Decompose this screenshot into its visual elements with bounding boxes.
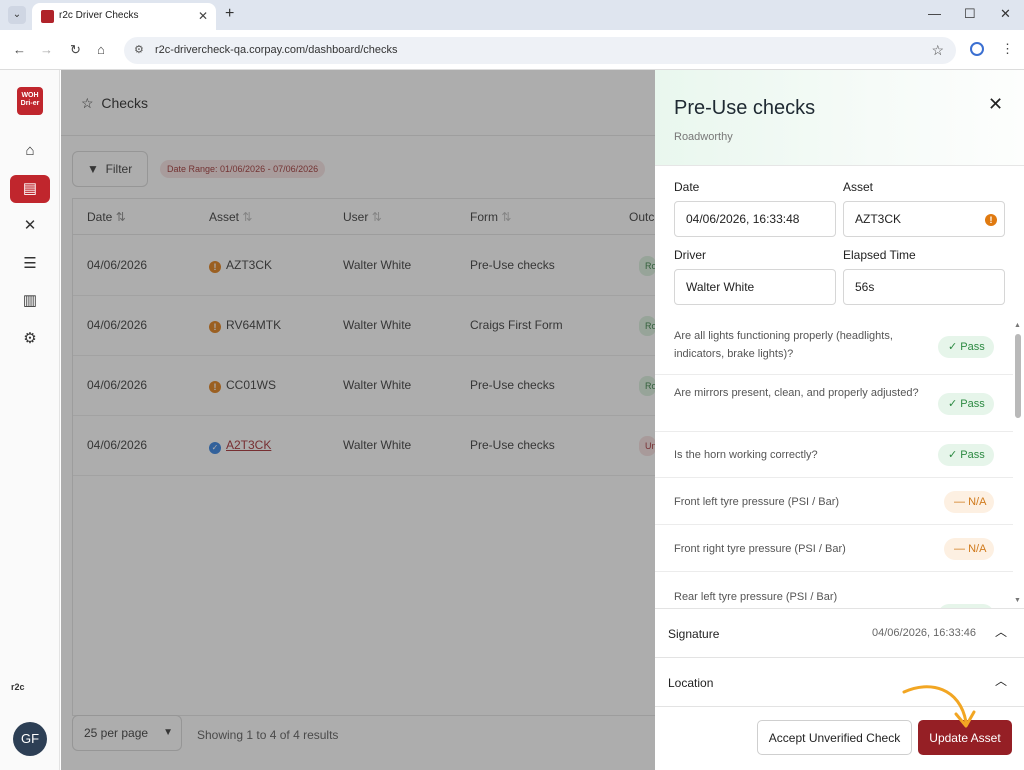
minimize-button[interactable]: — xyxy=(928,6,941,21)
brand-logo: r2c xyxy=(11,682,25,692)
asset-label: Asset xyxy=(843,180,874,194)
address-bar: ← → ↻ ⌂ ⚙ r2c-drivercheck-qa.corpay.com/… xyxy=(0,30,1024,70)
check-detail-panel: Pre-Use checks Roadworthy ✕ Date 04/06/2… xyxy=(655,70,1024,770)
settings-icon[interactable]: ⚙ xyxy=(10,325,50,353)
browser-tab-bar: ⌄ r2c Driver Checks ✕ + — ☐ ✕ xyxy=(0,0,1024,30)
signature-timestamp: 04/06/2026, 16:33:46 xyxy=(872,627,976,639)
check-question: Front right tyre pressure (PSI / Bar) — N… xyxy=(655,525,1013,572)
question-list[interactable]: Are all lights functioning properly (hea… xyxy=(655,318,1024,608)
elapsed-time-field[interactable]: 56s xyxy=(843,269,1005,305)
check-question: Are mirrors present, clean, and properly… xyxy=(655,375,1013,432)
app-logo: WOH Dri-er xyxy=(17,87,43,115)
dash-icon: — xyxy=(954,496,965,508)
favicon-icon xyxy=(41,10,54,23)
url-text: r2c-drivercheck-qa.corpay.com/dashboard/… xyxy=(155,44,398,56)
panel-subtitle: Roadworthy xyxy=(674,131,733,143)
list-icon[interactable]: ☰ xyxy=(10,250,50,278)
forward-icon[interactable]: → xyxy=(40,42,53,57)
new-tab-button[interactable]: + xyxy=(225,5,234,23)
sidebar: WOH Dri-er ⌂ ▤ ✕ ☰ ▥ ⚙ r2c GF xyxy=(0,70,60,770)
warning-icon: ! xyxy=(985,214,997,226)
pass-badge: ✓ Pass xyxy=(938,444,994,466)
elapsed-time-label: Elapsed Time xyxy=(843,248,916,262)
panel-title: Pre-Use checks xyxy=(674,97,816,119)
reload-icon[interactable]: ↻ xyxy=(70,42,81,58)
date-field[interactable]: 04/06/2026, 16:33:48 xyxy=(674,201,836,237)
question-scrollbar[interactable]: ▲ ▼ xyxy=(1014,322,1022,605)
accept-unverified-check-button[interactable]: Accept Unverified Check xyxy=(757,720,912,755)
avatar[interactable]: GF xyxy=(13,722,47,756)
question-text: Are all lights functioning properly (hea… xyxy=(674,330,893,360)
check-question: Are all lights functioning properly (hea… xyxy=(655,318,1013,375)
signature-label: Signature xyxy=(668,627,720,641)
scroll-up-icon[interactable]: ▲ xyxy=(1014,322,1021,329)
signature-accordion[interactable]: Signature 04/06/2026, 16:33:46 ︿ xyxy=(655,608,1024,658)
check-question: Is the horn working correctly? ✓ Pass xyxy=(655,432,1013,478)
date-label: Date xyxy=(674,180,700,194)
close-icon[interactable]: ✕ xyxy=(988,94,1003,115)
home-browser-icon[interactable]: ⌂ xyxy=(97,42,105,57)
question-text: Rear left tyre pressure (PSI / Bar) xyxy=(674,591,838,603)
back-icon[interactable]: ← xyxy=(13,42,26,57)
close-window-button[interactable]: ✕ xyxy=(1000,6,1011,22)
check-question: Rear left tyre pressure (PSI / Bar)✓ Pas… xyxy=(655,572,1013,608)
check-icon: ✓ xyxy=(948,341,958,353)
pass-badge: ✓ Pass xyxy=(938,393,994,415)
question-text: Front left tyre pressure (PSI / Bar) xyxy=(674,496,840,508)
chevron-up-icon[interactable]: ︿ xyxy=(995,623,1007,640)
driver-label: Driver xyxy=(674,248,706,262)
check-question: Front left tyre pressure (PSI / Bar) — N/… xyxy=(655,478,1013,525)
browser-menu-icon[interactable]: ⋮ xyxy=(1001,41,1014,57)
close-tab-icon[interactable]: ✕ xyxy=(198,9,208,23)
maximize-button[interactable]: ☐ xyxy=(964,6,976,22)
tools-icon[interactable]: ✕ xyxy=(10,212,50,240)
scroll-thumb[interactable] xyxy=(1015,334,1021,418)
modal-backdrop[interactable] xyxy=(61,70,655,770)
driver-field[interactable]: Walter White xyxy=(674,269,836,305)
tab-list-button[interactable]: ⌄ xyxy=(8,6,26,24)
site-settings-icon[interactable]: ⚙ xyxy=(134,43,144,56)
tab-title: r2c Driver Checks xyxy=(59,10,139,21)
pass-badge: ✓ Pass xyxy=(938,336,994,358)
asset-field[interactable]: AZT3CK! xyxy=(843,201,1005,237)
na-badge: — N/A xyxy=(944,491,994,513)
question-text: Front right tyre pressure (PSI / Bar) xyxy=(674,543,846,555)
question-text: Is the horn working correctly? xyxy=(674,449,818,461)
browser-tab[interactable]: r2c Driver Checks ✕ xyxy=(32,3,216,30)
chevron-up-icon[interactable]: ︿ xyxy=(995,672,1007,689)
profile-icon[interactable] xyxy=(970,42,984,56)
clipboard-icon[interactable]: ▤ xyxy=(10,175,50,203)
chart-icon[interactable]: ▥ xyxy=(10,287,50,315)
question-text: Are mirrors present, clean, and properly… xyxy=(674,387,919,399)
panel-header: Pre-Use checks Roadworthy ✕ xyxy=(655,70,1024,166)
location-label: Location xyxy=(668,676,714,690)
home-icon[interactable]: ⌂ xyxy=(10,137,50,165)
check-icon: ✓ xyxy=(948,449,958,461)
url-input[interactable]: ⚙ r2c-drivercheck-qa.corpay.com/dashboar… xyxy=(124,37,956,64)
annotation-arrow-icon xyxy=(902,685,976,728)
dash-icon: — xyxy=(954,543,965,555)
check-icon: ✓ xyxy=(948,398,958,410)
na-badge: — N/A xyxy=(944,538,994,560)
app: WOH Dri-er ⌂ ▤ ✕ ☰ ▥ ⚙ r2c GF ☆ Checks ▼ … xyxy=(0,70,1024,770)
scroll-down-icon[interactable]: ▼ xyxy=(1014,597,1021,604)
bookmark-star-icon[interactable]: ☆ xyxy=(931,42,944,59)
